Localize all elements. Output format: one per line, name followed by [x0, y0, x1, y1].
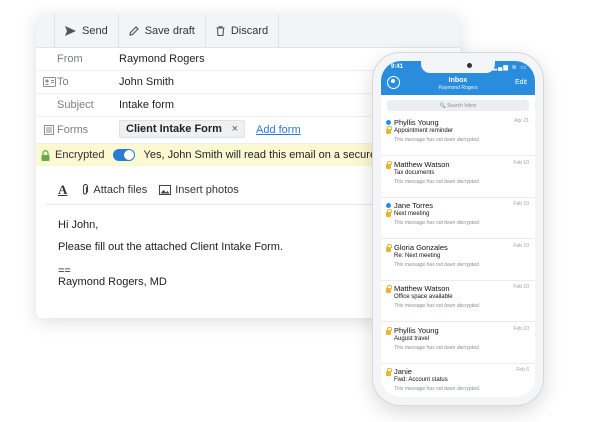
encrypted-label: Encrypted	[55, 149, 105, 161]
lock-icon	[386, 126, 392, 134]
mail-sender: Jane Torres	[394, 201, 434, 210]
save-draft-button[interactable]: Save draft	[119, 14, 206, 47]
trash-icon	[216, 25, 225, 36]
lock-icon	[386, 209, 392, 217]
mail-subject: Tax documents	[394, 169, 435, 176]
mail-preview: This message has not been decrypted.	[394, 178, 481, 185]
inbox-title: Inbox	[448, 77, 468, 84]
signature: Raymond Rogers, MD	[58, 276, 167, 288]
subject-value[interactable]: Intake form	[119, 99, 174, 111]
mail-item[interactable]: Phyllis Young August travel This message h…	[381, 322, 535, 364]
compose-toolbar: Send Save draft Discard	[36, 14, 460, 48]
send-icon	[65, 25, 76, 36]
mail-item[interactable]: Gloria Gonzales Re: Next meeting This mess…	[381, 239, 535, 281]
forms-label: Forms	[57, 124, 89, 136]
mail-subject: August travel	[394, 335, 430, 342]
mail-preview: This message has not been decrypted.	[394, 261, 481, 268]
to-value[interactable]: John Smith	[119, 76, 174, 88]
address-book-icon[interactable]	[40, 77, 58, 87]
mail-preview: This message has not been decrypted.	[394, 344, 481, 351]
discard-button[interactable]: Discard	[206, 14, 280, 47]
mail-item[interactable]: Phyllis Young Appointment reminder This me…	[381, 114, 535, 156]
add-form-link[interactable]: Add form	[256, 124, 301, 136]
mail-date: Feb 10	[513, 284, 529, 290]
mail-subject: Fwd: Account status	[394, 377, 448, 383]
paperclip-icon	[83, 184, 89, 195]
mail-subject: Appointment reminder	[394, 128, 454, 134]
attach-files-button[interactable]: Attach files	[81, 184, 147, 196]
lock-icon	[386, 326, 392, 335]
discard-label: Discard	[230, 24, 269, 37]
lock-icon	[386, 160, 392, 169]
image-icon	[159, 185, 172, 195]
mail-preview: This message has not been decrypted.	[394, 137, 481, 143]
mail-sender: Matthew Watson	[394, 284, 450, 293]
mail-date: Feb 10	[513, 325, 529, 332]
mail-preview: This message has not been decrypted.	[394, 303, 481, 309]
status-icons: ▂▄▆ ≋ ▭	[492, 65, 527, 71]
text-format-button[interactable]: A	[58, 182, 67, 198]
form-chip-label: Client Intake Form	[126, 123, 222, 135]
mail-date: Apr 21	[514, 118, 529, 124]
edit-button[interactable]: Edit	[515, 79, 527, 86]
mail-item[interactable]: Matthew Watson Tax documents This message …	[381, 156, 535, 198]
mail-item[interactable]: Matthew Watson Office space available This…	[381, 280, 535, 322]
body-line: Please fill out the attached Client Inta…	[58, 241, 284, 253]
mail-subject: Office space available	[394, 294, 453, 300]
mail-date: Feb 10	[513, 242, 529, 249]
send-button[interactable]: Send	[54, 14, 119, 47]
mail-preview: This message has not been decrypted.	[394, 386, 481, 392]
attach-files-label: Attach files	[93, 184, 148, 196]
text-format-icon: A	[58, 182, 68, 197]
mail-item[interactable]: Jane Torres Next meeting This message has …	[381, 197, 535, 239]
mail-sender: Matthew Watson	[394, 159, 450, 169]
inbox-subtitle: Raymond Rogers	[438, 85, 478, 91]
mail-sender: Gloria Gonzales	[394, 242, 448, 252]
lock-icon	[386, 243, 392, 252]
status-time: 9:41	[391, 64, 404, 70]
lock-icon	[41, 149, 50, 161]
pencil-icon	[128, 25, 139, 36]
unread-dot-icon	[386, 120, 391, 125]
inbox-search[interactable]: 🔍 Search Inbox	[387, 100, 529, 111]
camera-icon	[467, 63, 472, 68]
mail-date: Feb 6	[516, 367, 529, 373]
mail-item[interactable]: Janie Fwd: Account status This message has…	[381, 363, 535, 397]
save-draft-label: Save draft	[144, 24, 195, 37]
mail-preview: This message has not been decrypted.	[394, 220, 481, 226]
insert-photos-label: Insert photos	[175, 184, 239, 196]
mail-sender: Phyllis Young	[394, 118, 439, 127]
from-label: From	[57, 53, 83, 65]
mail-subject: Re: Next meeting	[394, 252, 441, 259]
send-label: Send	[82, 24, 108, 37]
encryption-toggle[interactable]	[112, 149, 135, 161]
mail-date: Feb 10	[513, 201, 529, 207]
lock-icon	[386, 285, 392, 293]
phone-notch	[421, 61, 495, 73]
remove-form-button[interactable]: ×	[232, 123, 238, 135]
phone-screen: 9:41 ▂▄▆ ≋ ▭ Inbox Raymond Rogers Edit 🔍…	[381, 61, 535, 397]
form-chip[interactable]: Client Intake Form ×	[119, 120, 245, 138]
to-label: To	[57, 76, 69, 88]
mail-sender: Phyllis Young	[394, 325, 439, 335]
phone-mockup: 9:41 ▂▄▆ ≋ ▭ Inbox Raymond Rogers Edit 🔍…	[372, 52, 544, 406]
mail-date: Feb 10	[513, 159, 529, 166]
mail-subject: Next meeting	[394, 211, 430, 217]
forms-icon	[40, 125, 58, 135]
mail-sender: Janie	[394, 367, 412, 376]
unread-dot-icon	[386, 203, 391, 208]
subject-label: Subject	[57, 99, 94, 111]
body-greeting: Hi John,	[58, 219, 99, 231]
from-value[interactable]: Raymond Rogers	[119, 53, 205, 65]
lock-icon	[386, 368, 392, 376]
insert-photos-button[interactable]: Insert photos	[159, 184, 239, 196]
